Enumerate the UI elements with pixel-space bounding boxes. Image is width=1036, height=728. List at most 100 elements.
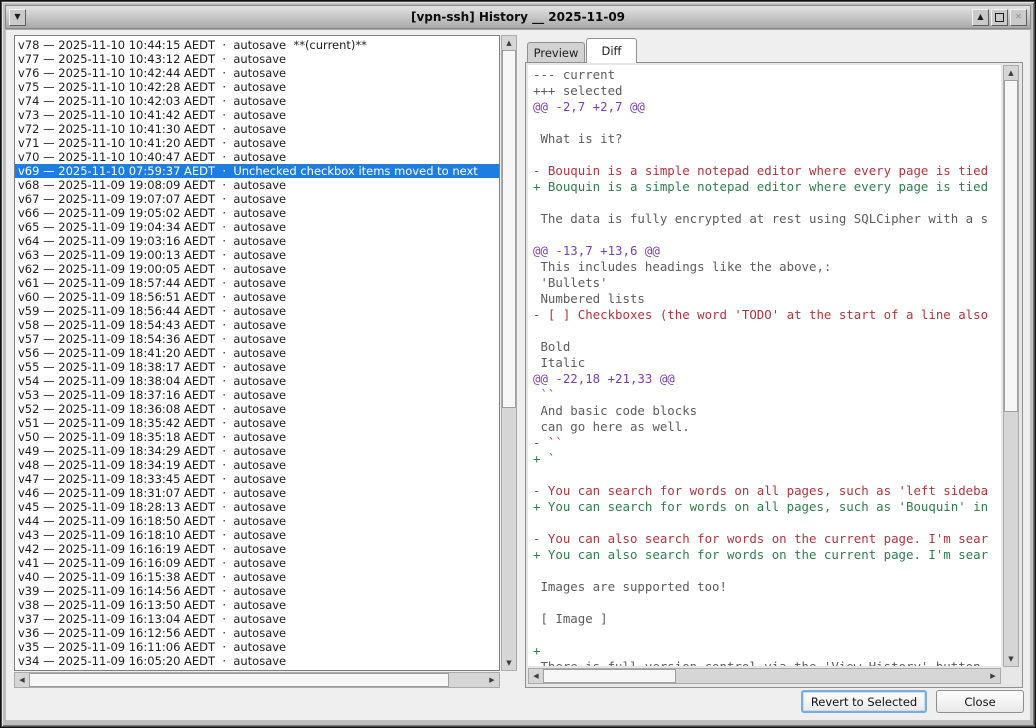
version-row[interactable]: v52 — 2025-11-09 18:36:08 AEDT · autosav… <box>15 402 499 416</box>
scroll-up-icon[interactable]: ▲ <box>502 36 516 50</box>
diff-pane: --- current+++ selected@@ -2,7 +2,7 @@ W… <box>525 62 1023 688</box>
diff-line-ctx <box>533 467 1001 483</box>
diff-line-ctx <box>533 227 1001 243</box>
version-row[interactable]: v76 — 2025-11-10 10:42:44 AEDT · autosav… <box>15 66 499 80</box>
diff-line-ctx: And basic code blocks <box>533 403 1001 419</box>
close-window-button[interactable]: ✕ <box>1010 9 1027 26</box>
scrollbar-track[interactable] <box>502 50 516 656</box>
version-row[interactable]: v72 — 2025-11-10 10:41:30 AEDT · autosav… <box>15 122 499 136</box>
version-row[interactable]: v74 — 2025-11-10 10:42:03 AEDT · autosav… <box>15 94 499 108</box>
version-row[interactable]: v60 — 2025-11-09 18:56:51 AEDT · autosav… <box>15 290 499 304</box>
scrollbar-thumb[interactable] <box>29 673 449 687</box>
version-row[interactable]: v48 — 2025-11-09 18:34:19 AEDT · autosav… <box>15 458 499 472</box>
version-row[interactable]: v65 — 2025-11-09 19:04:34 AEDT · autosav… <box>15 220 499 234</box>
diff-line-ctx: There is full version control via the 'V… <box>533 659 1001 666</box>
diff-horizontal-scrollbar[interactable]: ◀ ▶ <box>528 668 1001 684</box>
diff-line-add: + Bouquin is a simple notepad editor whe… <box>533 179 1001 195</box>
diff-line-add: + You can search for words on all pages,… <box>533 499 1001 515</box>
version-row[interactable]: v40 — 2025-11-09 16:15:38 AEDT · autosav… <box>15 570 499 584</box>
version-row[interactable]: v70 — 2025-11-10 10:40:47 AEDT · autosav… <box>15 150 499 164</box>
version-row[interactable]: v37 — 2025-11-09 16:13:04 AEDT · autosav… <box>15 612 499 626</box>
version-row[interactable]: v34 — 2025-11-09 16:05:20 AEDT · autosav… <box>15 654 499 668</box>
version-row[interactable]: v53 — 2025-11-09 18:37:16 AEDT · autosav… <box>15 388 499 402</box>
version-row[interactable]: v61 — 2025-11-09 18:57:44 AEDT · autosav… <box>15 276 499 290</box>
scrollbar-track[interactable] <box>543 669 986 683</box>
version-row[interactable]: v77 — 2025-11-10 10:43:12 AEDT · autosav… <box>15 52 499 66</box>
version-row[interactable]: v71 — 2025-11-10 10:41:20 AEDT · autosav… <box>15 136 499 150</box>
close-button[interactable]: Close <box>936 690 1024 713</box>
diff-line-ctx <box>533 515 1001 531</box>
scroll-up-icon[interactable]: ▲ <box>1004 66 1018 80</box>
diff-line-ctx: 'Bullets' <box>533 275 1001 291</box>
window-menu-button[interactable]: ▼ <box>9 9 26 26</box>
version-row[interactable]: v44 — 2025-11-09 16:18:50 AEDT · autosav… <box>15 514 499 528</box>
version-row[interactable]: v78 — 2025-11-10 10:44:15 AEDT · autosav… <box>15 38 499 52</box>
version-row[interactable]: v50 — 2025-11-09 18:35:18 AEDT · autosav… <box>15 430 499 444</box>
version-list[interactable]: v78 — 2025-11-10 10:44:15 AEDT · autosav… <box>14 35 500 671</box>
version-row[interactable]: v43 — 2025-11-09 16:18:10 AEDT · autosav… <box>15 528 499 542</box>
diff-line-hunk: @@ -13,7 +13,6 @@ <box>533 243 1001 259</box>
window-controls: ▲ ✕ <box>971 9 1028 26</box>
version-row[interactable]: v38 — 2025-11-09 16:13:50 AEDT · autosav… <box>15 598 499 612</box>
scroll-left-icon[interactable]: ◀ <box>529 669 543 683</box>
maximize-button[interactable] <box>991 9 1008 26</box>
version-row[interactable]: v45 — 2025-11-09 18:28:13 AEDT · autosav… <box>15 500 499 514</box>
version-row[interactable]: v36 — 2025-11-09 16:12:56 AEDT · autosav… <box>15 626 499 640</box>
diff-line-ctx <box>533 147 1001 163</box>
diff-line-ctx: [ Image ] <box>533 611 1001 627</box>
scrollbar-thumb[interactable] <box>1004 80 1018 412</box>
version-row[interactable]: v46 — 2025-11-09 18:31:07 AEDT · autosav… <box>15 486 499 500</box>
revert-to-selected-button[interactable]: Revert to Selected <box>801 690 927 713</box>
shade-button[interactable]: ▲ <box>972 9 989 26</box>
scrollbar-thumb[interactable] <box>502 50 516 408</box>
version-row[interactable]: v35 — 2025-11-09 16:11:06 AEDT · autosav… <box>15 640 499 654</box>
version-row[interactable]: v73 — 2025-11-10 10:41:42 AEDT · autosav… <box>15 108 499 122</box>
version-row[interactable]: v68 — 2025-11-09 19:08:09 AEDT · autosav… <box>15 178 499 192</box>
diff-line-ctx <box>533 563 1001 579</box>
version-list-horizontal-scrollbar[interactable]: ◀ ▶ <box>14 672 500 688</box>
scroll-right-icon[interactable]: ▶ <box>986 669 1000 683</box>
version-row[interactable]: v51 — 2025-11-09 18:35:42 AEDT · autosav… <box>15 416 499 430</box>
version-row[interactable]: v54 — 2025-11-09 18:38:04 AEDT · autosav… <box>15 374 499 388</box>
version-row-selected[interactable]: v69 — 2025-11-10 07:59:37 AEDT · Uncheck… <box>15 164 499 178</box>
diff-line-ctx: What is it? <box>533 131 1001 147</box>
diff-line-ctx <box>533 323 1001 339</box>
version-row[interactable]: v57 — 2025-11-09 18:54:36 AEDT · autosav… <box>15 332 499 346</box>
version-row[interactable]: v63 — 2025-11-09 19:00:13 AEDT · autosav… <box>15 248 499 262</box>
scroll-down-icon[interactable]: ▼ <box>502 656 516 670</box>
version-row[interactable]: v55 — 2025-11-09 18:38:17 AEDT · autosav… <box>15 360 499 374</box>
scrollbar-thumb[interactable] <box>543 669 676 683</box>
diff-line-del: - You can search for words on all pages,… <box>533 483 1001 499</box>
version-list-vertical-scrollbar[interactable]: ▲ ▼ <box>501 35 517 671</box>
shade-icon: ▲ <box>977 13 983 21</box>
window-title: [vpn-ssh] History __ 2025-11-09 <box>66 10 970 24</box>
tab-diff[interactable]: Diff <box>586 38 637 63</box>
version-row[interactable]: v75 — 2025-11-10 10:42:28 AEDT · autosav… <box>15 80 499 94</box>
diff-line-add: + ` <box>533 451 1001 467</box>
dialog-content: v78 — 2025-11-10 10:44:15 AEDT · autosav… <box>6 29 1030 720</box>
version-row[interactable]: v42 — 2025-11-09 16:16:19 AEDT · autosav… <box>15 542 499 556</box>
version-row[interactable]: v59 — 2025-11-09 18:56:44 AEDT · autosav… <box>15 304 499 318</box>
version-row[interactable]: v56 — 2025-11-09 18:41:20 AEDT · autosav… <box>15 346 499 360</box>
window: { "titlebar": { "title": "[vpn-ssh] Hist… <box>0 0 1036 728</box>
version-row[interactable]: v62 — 2025-11-09 19:00:05 AEDT · autosav… <box>15 262 499 276</box>
scrollbar-track[interactable] <box>29 673 485 687</box>
version-row[interactable]: v49 — 2025-11-09 18:34:29 AEDT · autosav… <box>15 444 499 458</box>
tab-preview[interactable]: Preview <box>527 42 585 63</box>
version-row[interactable]: v47 — 2025-11-09 18:33:45 AEDT · autosav… <box>15 472 499 486</box>
button-bar: Revert to Selected Close <box>801 690 1024 713</box>
version-row[interactable]: v64 — 2025-11-09 19:03:16 AEDT · autosav… <box>15 234 499 248</box>
version-row[interactable]: v41 — 2025-11-09 16:16:09 AEDT · autosav… <box>15 556 499 570</box>
version-row[interactable]: v33 — 2025-11-09 16:05:01 AEDT · autosav… <box>15 668 499 671</box>
scroll-right-icon[interactable]: ▶ <box>485 673 499 687</box>
scroll-down-icon[interactable]: ▼ <box>1004 652 1018 666</box>
scrollbar-track[interactable] <box>1004 80 1018 652</box>
diff-line-del: - You can also search for words on the c… <box>533 531 1001 547</box>
diff-vertical-scrollbar[interactable]: ▲ ▼ <box>1003 65 1019 667</box>
version-row[interactable]: v67 — 2025-11-09 19:07:07 AEDT · autosav… <box>15 192 499 206</box>
version-row[interactable]: v66 — 2025-11-09 19:05:02 AEDT · autosav… <box>15 206 499 220</box>
scroll-left-icon[interactable]: ◀ <box>15 673 29 687</box>
version-row[interactable]: v39 — 2025-11-09 16:14:56 AEDT · autosav… <box>15 584 499 598</box>
version-row[interactable]: v58 — 2025-11-09 18:54:43 AEDT · autosav… <box>15 318 499 332</box>
close-icon: ✕ <box>1015 13 1022 21</box>
